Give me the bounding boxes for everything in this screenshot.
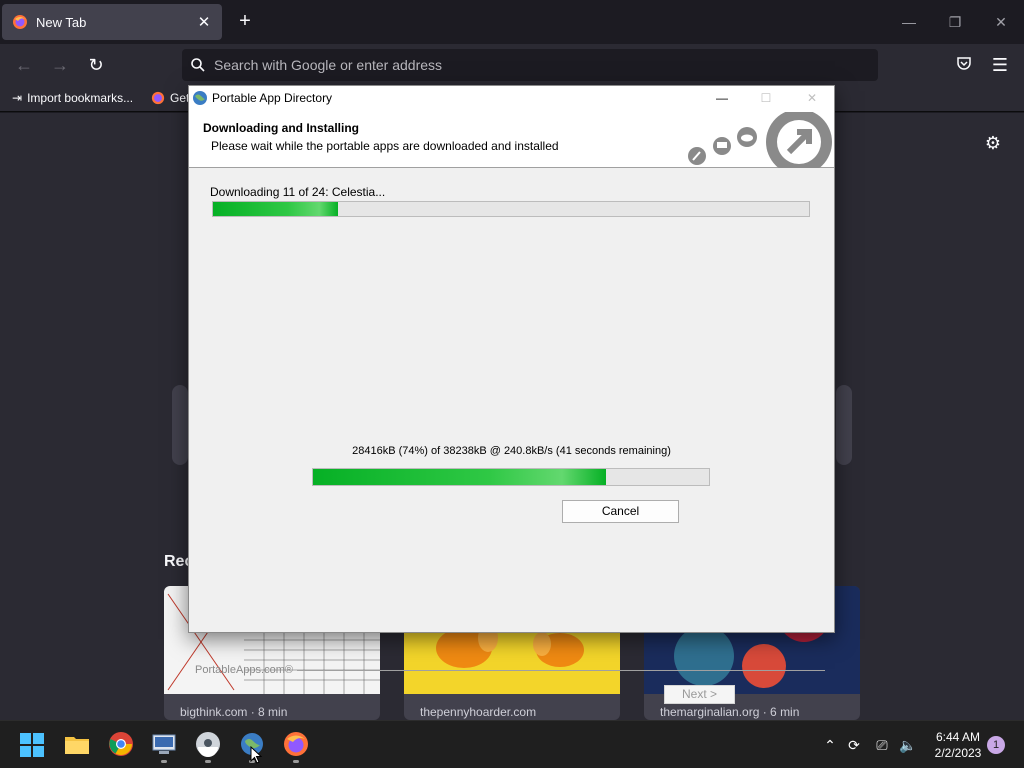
get-started-bookmark[interactable]: Get: [151, 91, 189, 105]
menu-icon[interactable]: ☰: [988, 53, 1012, 77]
cancel-button[interactable]: Cancel: [562, 500, 679, 523]
dialog-title: Portable App Directory: [212, 91, 333, 105]
clock-date: 2/2/2023: [934, 746, 982, 760]
firefox-icon: [151, 91, 165, 105]
dialog-minimize-button[interactable]: —: [707, 88, 737, 108]
restore-window-button[interactable]: ❐: [943, 10, 967, 34]
address-bar[interactable]: Search with Google or enter address: [182, 49, 878, 81]
taskbar: ⌃ ⟳ ⎚ 🔈 6:44 AM 2/2/2023 1: [0, 720, 1024, 768]
dialog-body: Downloading 11 of 24: Celestia... 28416k…: [189, 169, 834, 704]
shortcut-tile[interactable]: [172, 385, 188, 465]
footer-divider: [297, 670, 825, 671]
download-status-text: Downloading 11 of 24: Celestia...: [210, 185, 386, 199]
running-indicator: [205, 760, 211, 763]
tab-new-tab[interactable]: New Tab ✕: [2, 4, 222, 40]
search-icon: [191, 58, 205, 72]
close-tab-icon[interactable]: ✕: [196, 13, 212, 31]
clock-time: 6:44 AM: [935, 730, 981, 744]
next-button: Next >: [664, 685, 735, 704]
mouse-cursor-icon: [250, 746, 263, 764]
overall-progress-fill: [213, 202, 339, 216]
portableapps-header-icon: [688, 112, 832, 168]
close-window-button[interactable]: ✕: [989, 10, 1013, 34]
running-indicator: [293, 760, 299, 763]
get-started-label: Get: [170, 91, 190, 105]
firefox-taskbar-icon[interactable]: [283, 731, 309, 757]
tab-title: New Tab: [36, 14, 87, 30]
globe-icon: [193, 91, 207, 105]
network-icon[interactable]: ⎚: [872, 735, 892, 755]
tab-strip: New Tab ✕ + — ❐ ✕: [0, 0, 1024, 44]
file-progress-bar: [312, 468, 710, 486]
reload-button[interactable]: ↻: [84, 53, 108, 77]
transfer-status-text: 28416kB (74%) of 38238kB @ 240.8kB/s (41…: [352, 445, 671, 457]
card-caption: thepennyhoarder.com: [420, 705, 537, 719]
dialog-titlebar[interactable]: Portable App Directory: [189, 86, 834, 110]
chrome-icon[interactable]: [108, 731, 134, 757]
dialog-subheading: Please wait while the portable apps are …: [211, 139, 559, 153]
address-placeholder: Search with Google or enter address: [214, 57, 443, 73]
file-explorer-icon[interactable]: [64, 731, 90, 757]
firefox-icon: [13, 15, 27, 29]
new-tab-button[interactable]: +: [234, 10, 256, 32]
back-button[interactable]: ←: [12, 53, 36, 77]
dialog-close-button: ✕: [806, 91, 818, 105]
dialog-heading: Downloading and Installing: [203, 121, 359, 135]
overall-progress-bar: [212, 201, 810, 217]
card-caption: bigthink.com · 8 min: [180, 705, 288, 719]
steam-icon[interactable]: [195, 731, 221, 757]
pocket-icon[interactable]: [952, 53, 976, 77]
remote-desktop-icon[interactable]: [151, 731, 177, 757]
windows-start-icon[interactable]: [20, 733, 44, 757]
show-hidden-icons-chevron-icon[interactable]: ⌃: [820, 735, 840, 755]
portableapps-brand: PortableApps.com®: [195, 664, 293, 676]
portable-app-directory-dialog: Portable App Directory — ☐ ✕ Downloading…: [188, 85, 835, 704]
dialog-header: Downloading and Installing Please wait w…: [189, 110, 834, 168]
system-clock[interactable]: 6:44 AM 2/2/2023: [926, 729, 990, 761]
notification-badge[interactable]: 1: [987, 736, 1005, 754]
sync-icon[interactable]: ⟳: [844, 735, 864, 755]
import-bookmarks-label: Import bookmarks...: [27, 91, 134, 105]
import-icon: ⇥: [12, 91, 23, 105]
navigation-toolbar: ← → ↻ Search with Google or enter addres…: [0, 44, 1024, 86]
running-indicator: [161, 760, 167, 763]
minimize-window-button[interactable]: —: [897, 10, 921, 34]
volume-icon[interactable]: 🔈: [898, 735, 918, 755]
forward-button[interactable]: →: [48, 53, 72, 77]
shortcut-tile[interactable]: [836, 385, 852, 465]
import-bookmarks-link[interactable]: ⇥ Import bookmarks...: [12, 91, 133, 105]
settings-gear-icon[interactable]: ⚙: [982, 133, 1004, 155]
file-progress-fill: [313, 469, 607, 485]
dialog-maximize-button: ☐: [760, 91, 772, 105]
